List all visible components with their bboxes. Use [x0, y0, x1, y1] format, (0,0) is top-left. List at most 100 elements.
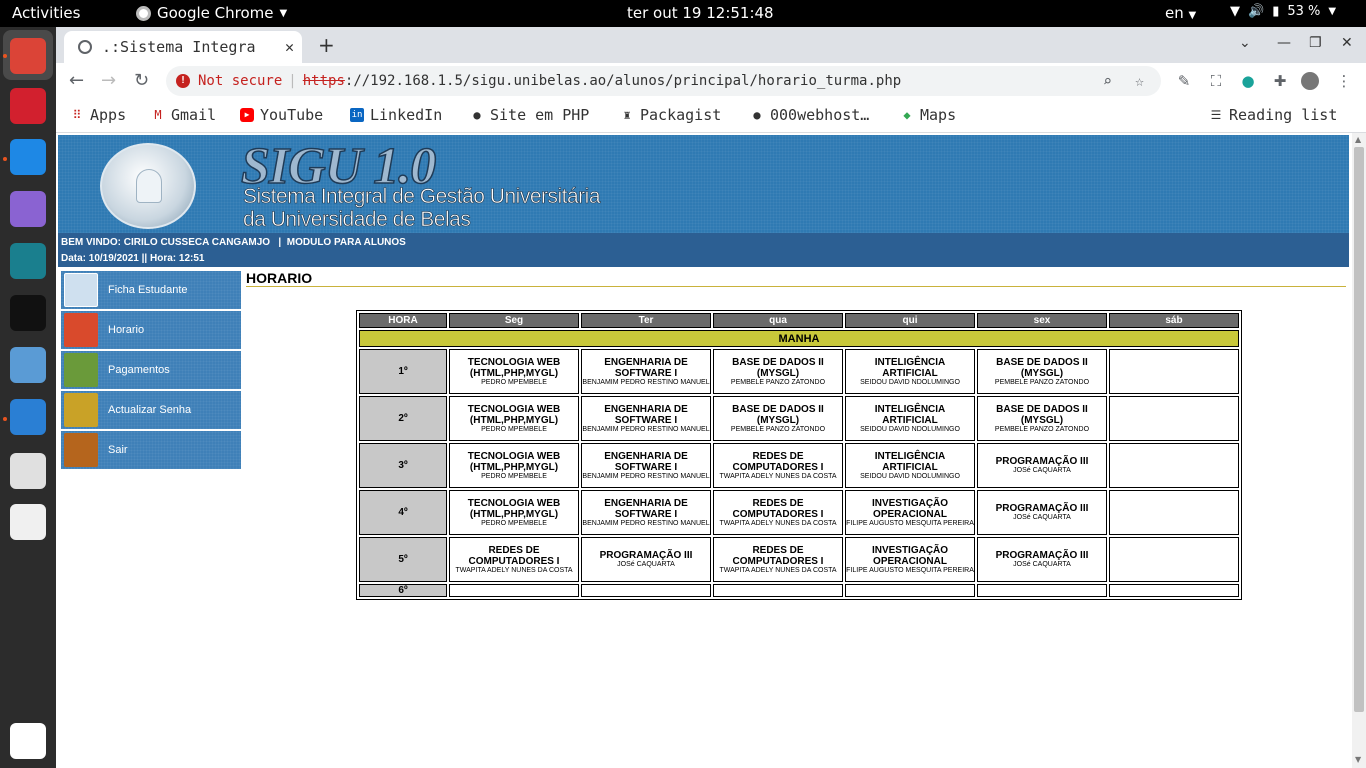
- reading-list-icon: ☰: [1210, 108, 1222, 122]
- subject-name: INTELIGÊNCIA ARTIFICIAL: [874, 450, 946, 473]
- running-indicator: [3, 417, 7, 421]
- eyedropper-extension-icon[interactable]: ✎: [1175, 72, 1193, 90]
- system-top-bar: Activities Google Chrome ▼ ter out 19 12…: [0, 0, 1366, 27]
- bookmark-label: LinkedIn: [370, 106, 443, 124]
- subject-name: INTELIGÊNCIA ARTIFICIAL: [874, 356, 946, 379]
- menu-item-horario[interactable]: Horario: [60, 310, 242, 350]
- github-icon[interactable]: [10, 191, 46, 227]
- mysql-workbench-icon[interactable]: [10, 243, 46, 279]
- show-apps-icon[interactable]: [10, 723, 46, 759]
- bookmarks-bar: ⠿ Apps M Gmail ▶ YouTube in LinkedIn ● Site e…: [56, 99, 1366, 133]
- bookmark-label: Gmail: [171, 106, 217, 124]
- bookmark-gmail[interactable]: M Gmail: [151, 106, 216, 124]
- forward-arrow-icon[interactable]: →: [101, 70, 116, 91]
- kebab-menu-icon[interactable]: ⋮: [1335, 72, 1353, 90]
- app-menu-button[interactable]: Google Chrome ▼: [136, 4, 287, 22]
- section-divider: [246, 286, 1346, 287]
- menu-item-ficha-estudante[interactable]: Ficha Estudante: [60, 270, 242, 310]
- opera-icon[interactable]: [10, 88, 46, 124]
- system-status-menu[interactable]: ▼ 🔊 ▮ 53 % ▼: [1230, 4, 1336, 19]
- keyboard-language[interactable]: en ▼: [1165, 4, 1196, 22]
- address-bar[interactable]: ! Not secure | https ://192.168.1.5/sigu…: [166, 66, 1161, 96]
- bookmark-youtube[interactable]: ▶ YouTube: [240, 106, 323, 124]
- class-cell: ENGENHARIA DE SOFTWARE I BENJAMIM PEDRO R…: [581, 490, 711, 535]
- extensions-puzzle-icon[interactable]: ✚: [1271, 72, 1289, 90]
- subject-name: ENGENHARIA DE SOFTWARE I: [604, 403, 688, 426]
- class-cell: PROGRAMAÇÃO III JOSé CAQUARTA: [977, 490, 1107, 535]
- bookmark-maps[interactable]: ◆ Maps: [900, 106, 956, 124]
- language-label: en: [1165, 4, 1184, 22]
- vscode-icon[interactable]: [10, 139, 46, 175]
- back-arrow-icon[interactable]: ←: [69, 70, 84, 91]
- menu-item-sair[interactable]: Sair: [60, 430, 242, 470]
- class-cell: REDES DE COMPUTADORES I TWAPITA ADELY NUN…: [713, 537, 843, 582]
- globe-icon: ●: [753, 108, 761, 122]
- teacher-name: PEMBELE PANZO ZATONDO: [994, 378, 1090, 386]
- teacher-name: JOSé CAQUARTA: [1013, 561, 1071, 568]
- hour-cell: 3º: [359, 443, 447, 488]
- files-icon[interactable]: [10, 347, 46, 383]
- menu-item-label: Ficha Estudante: [108, 284, 188, 296]
- bookmark-000webhost[interactable]: ● 000webhost…: [750, 106, 869, 124]
- tab-search-icon[interactable]: ⌄: [1239, 35, 1251, 51]
- usb-drive-icon[interactable]: [10, 504, 46, 540]
- teacher-name: PEDRO MPEMBELE: [481, 425, 547, 433]
- class-cell: BASE DE DADOS II (MYSGL) PEMBELE PANZO ZA…: [977, 349, 1107, 394]
- reading-list-label: Reading list: [1229, 106, 1338, 124]
- not-secure-label[interactable]: Not secure: [198, 73, 282, 89]
- activities-button[interactable]: Activities: [12, 4, 80, 22]
- student-icon: [64, 273, 98, 307]
- terminal-icon[interactable]: [10, 295, 46, 331]
- schedule-table: HORA Seg Ter qua qui sex sáb MANHA 1º TEC…: [356, 310, 1242, 600]
- class-cell: ENGENHARIA DE SOFTWARE I BENJAMIM PEDRO R…: [581, 349, 711, 394]
- bookmark-apps[interactable]: ⠿ Apps: [70, 106, 127, 124]
- close-window-icon[interactable]: ✕: [1341, 35, 1353, 51]
- tab-active[interactable]: .:Sistema Integra ✕: [64, 31, 302, 63]
- maximize-icon[interactable]: ❐: [1309, 35, 1322, 51]
- scrollbar-thumb[interactable]: [1354, 147, 1364, 712]
- column-header: qua: [713, 313, 843, 328]
- subject-name: TECNOLOGIA WEB (HTML,PHP,MYGL): [467, 497, 561, 520]
- schedule-body: MANHA 1º TECNOLOGIA WEB (HTML,PHP,MYGL) PE…: [359, 330, 1239, 597]
- new-tab-button[interactable]: +: [318, 33, 335, 57]
- page-scrollbar[interactable]: ▲ ▼: [1352, 133, 1366, 768]
- subject-name: ENGENHARIA DE SOFTWARE I: [604, 497, 688, 520]
- menu-item-label: Horario: [108, 324, 145, 336]
- clock[interactable]: ter out 19 12:51:48: [627, 4, 774, 22]
- screenshot-extension-icon[interactable]: ⛶: [1207, 72, 1225, 90]
- bookmark-packagist[interactable]: ♜ Packagist: [620, 106, 721, 124]
- scroll-up-icon[interactable]: ▲: [1355, 135, 1361, 144]
- bookmark-star-icon[interactable]: ☆: [1135, 72, 1144, 90]
- palette-extension-icon[interactable]: ●: [1239, 72, 1257, 90]
- date-time-text: Data: 10/19/2021 || Hora: 12:51: [61, 253, 205, 264]
- class-cell: [977, 584, 1107, 597]
- volume-icon: 🔊: [1248, 4, 1265, 19]
- bookmark-linkedin[interactable]: in LinkedIn: [350, 106, 442, 124]
- subject-name: PROGRAMAÇÃO III: [995, 456, 1089, 467]
- scroll-down-icon[interactable]: ▼: [1355, 755, 1361, 764]
- class-cell: INVESTIGAÇÃO OPERACIONAL FILIPE AUGUSTO M…: [845, 490, 975, 535]
- zoom-icon[interactable]: ⌕: [1103, 72, 1112, 90]
- menu-item-pagamentos[interactable]: Pagamentos: [60, 350, 242, 390]
- university-logo: [100, 143, 196, 229]
- chrome-icon[interactable]: [10, 38, 46, 74]
- writer-icon[interactable]: [10, 399, 46, 435]
- banner-subtitle-1: Sistema Integral de Gestão Universitária: [243, 185, 601, 209]
- software-store-icon[interactable]: [10, 453, 46, 489]
- class-cell: TECNOLOGIA WEB (HTML,PHP,MYGL) PEDRO MPEM…: [449, 396, 579, 441]
- profile-avatar[interactable]: [1301, 72, 1319, 90]
- reading-list-button[interactable]: ☰ Reading list: [1209, 106, 1338, 124]
- reload-icon[interactable]: ↻: [134, 70, 149, 91]
- minimize-icon[interactable]: —: [1277, 35, 1291, 51]
- dock: [0, 27, 56, 768]
- bookmark-site-em-php[interactable]: ● Site em PHP: [470, 106, 589, 124]
- class-cell: INTELIGÊNCIA ARTIFICIAL SEIDOU DAVID NDOL…: [845, 396, 975, 441]
- close-icon[interactable]: ✕: [285, 38, 294, 56]
- menu-item-actualizar-senha[interactable]: Actualizar Senha: [60, 390, 242, 430]
- hour-cell: 6º: [359, 584, 447, 597]
- teacher-name: PEDRO MPEMBELE: [481, 519, 547, 527]
- table-row: 5º REDES DE COMPUTADORES I TWAPITA ADELY N…: [359, 537, 1239, 582]
- subject-name: PROGRAMAÇÃO III: [995, 550, 1089, 561]
- class-cell: TECNOLOGIA WEB (HTML,PHP,MYGL) PEDRO MPEM…: [449, 490, 579, 535]
- class-cell: [449, 584, 579, 597]
